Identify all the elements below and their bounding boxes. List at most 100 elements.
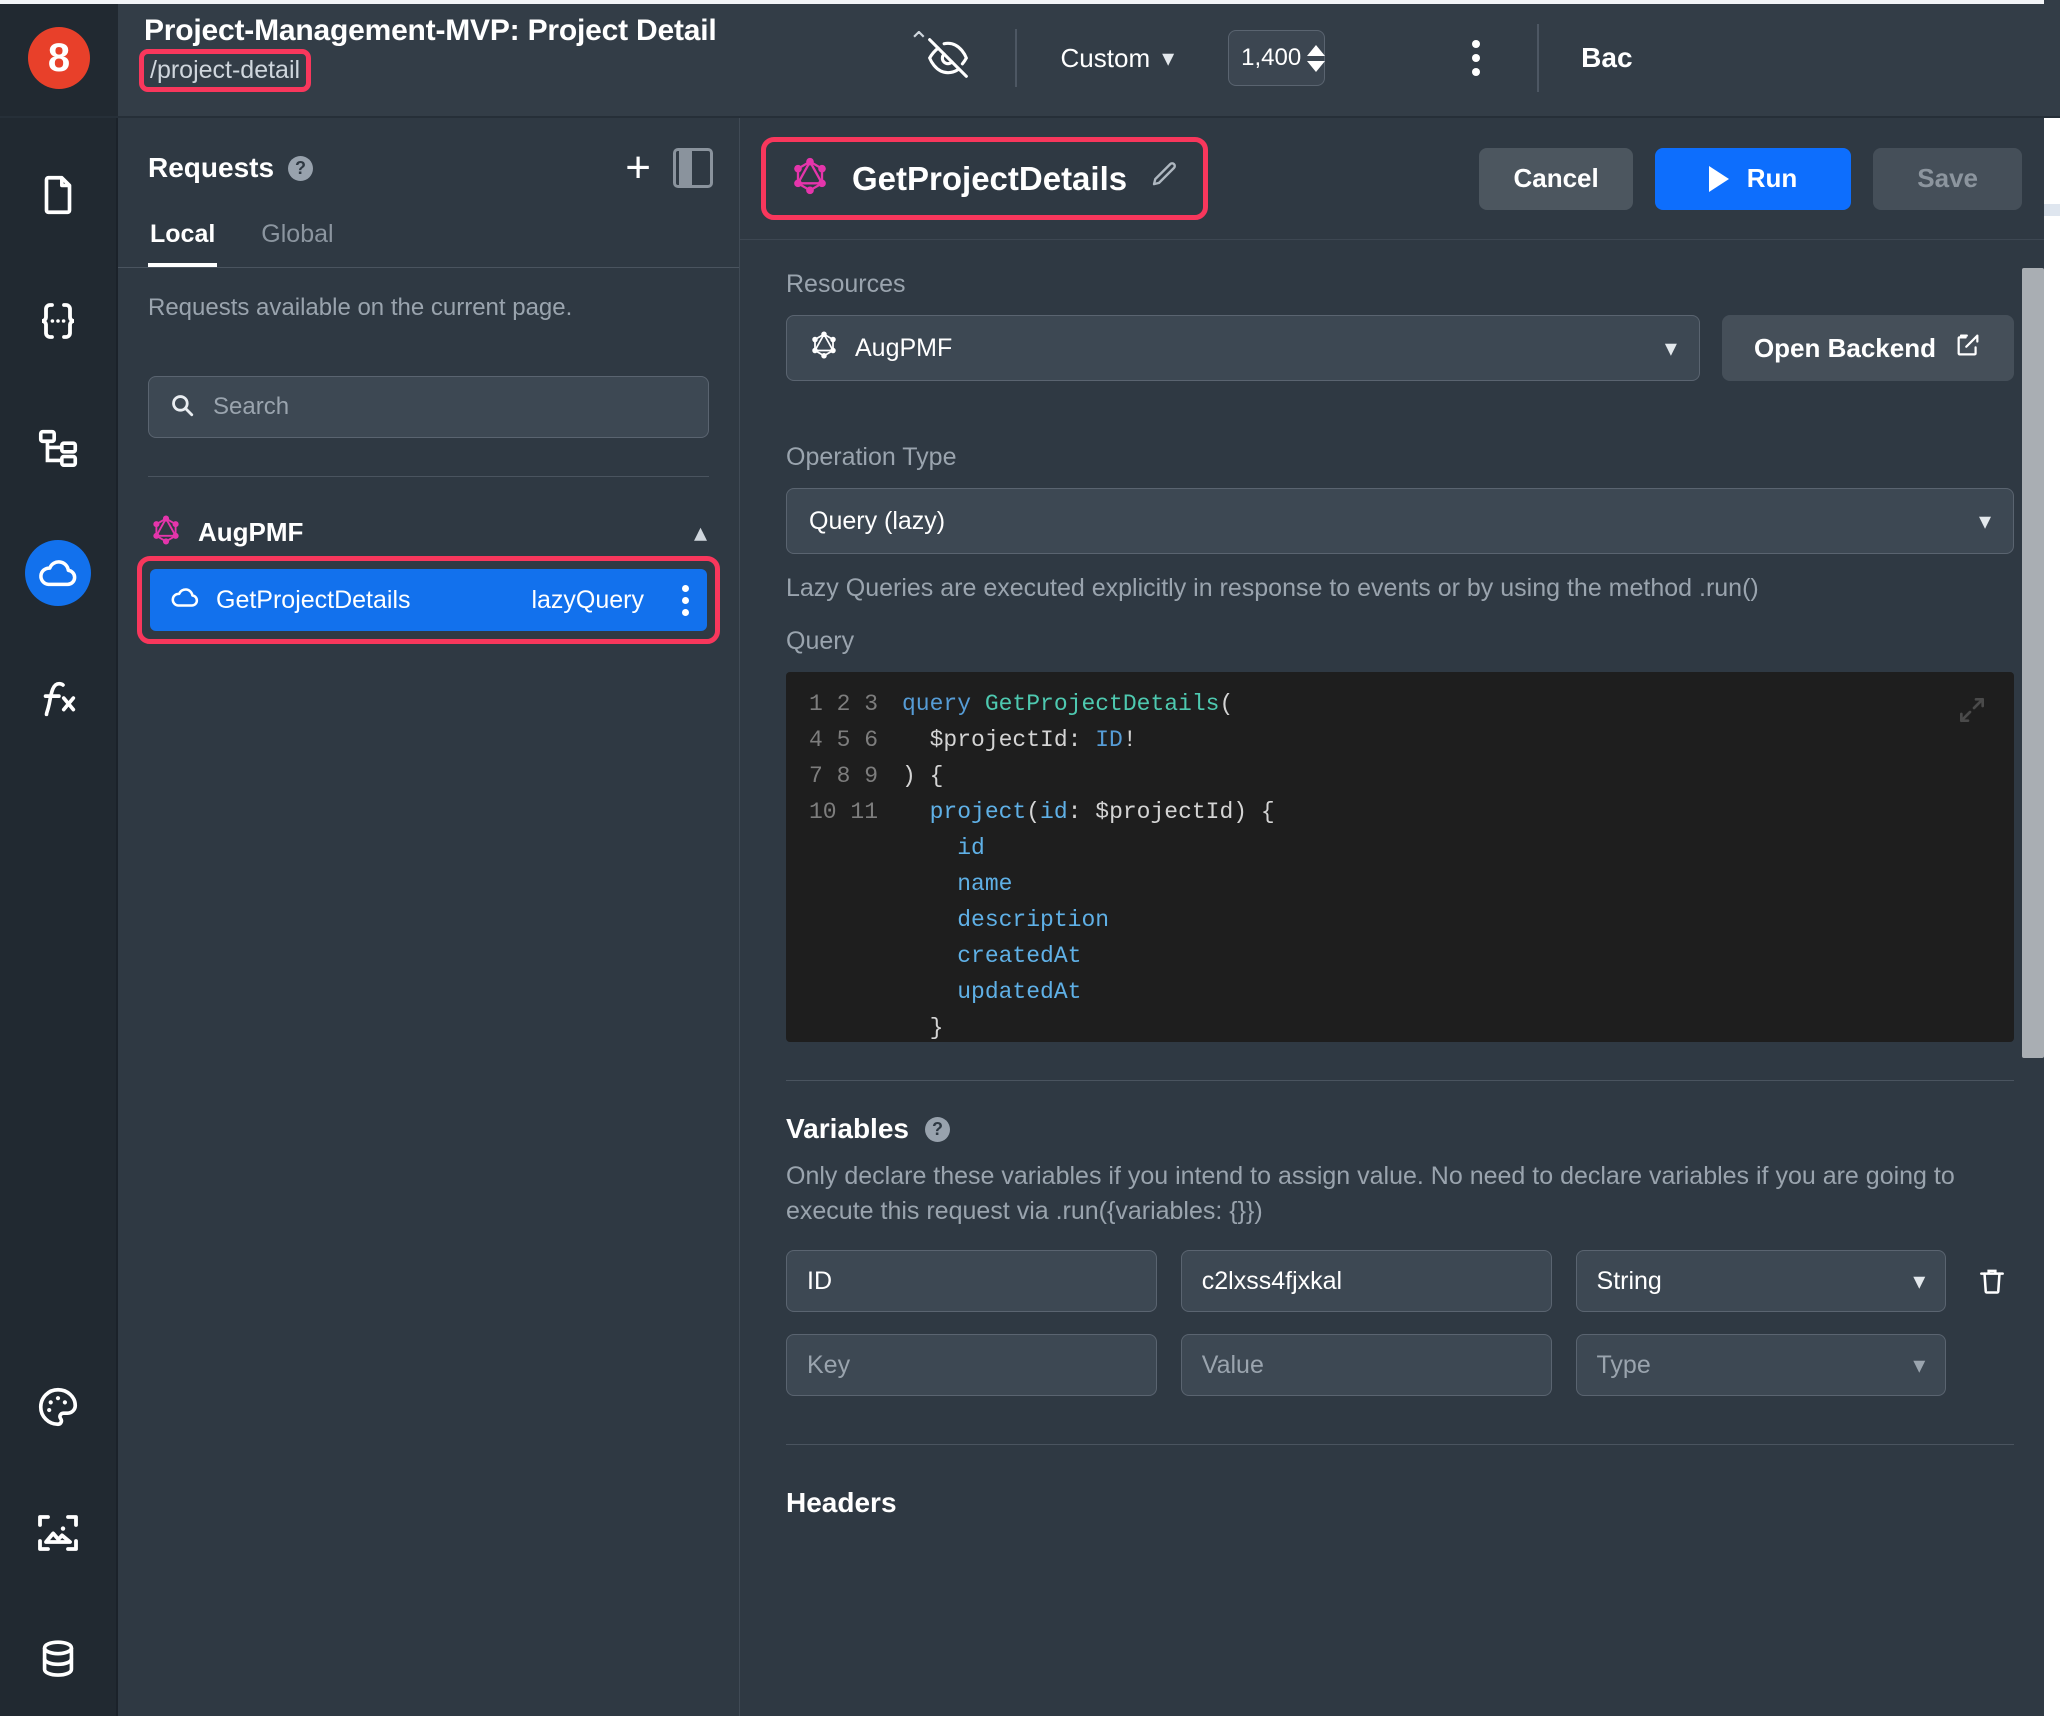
variable-row: Type ▾	[786, 1334, 2014, 1396]
resource-select-value: AugPMF	[855, 334, 952, 363]
app-logo[interactable]: 8	[28, 27, 90, 89]
resources-row: AugPMF ▾ Open Backend	[786, 315, 2014, 381]
tab-global[interactable]: Global	[259, 214, 335, 267]
graphql-icon	[809, 330, 839, 367]
sidebar-item-components[interactable]	[25, 414, 91, 480]
sidebar-item-database[interactable]	[25, 1626, 91, 1692]
question-mark-icon[interactable]: ?	[925, 1117, 950, 1142]
request-detail-header: GetProjectDetails Cancel Run Save	[740, 118, 2060, 240]
request-name-highlight: GetProjectDetails	[766, 142, 1203, 215]
top-bar-controls: Custom ▾ 1,400 Bac	[717, 0, 2060, 116]
sidebar-item-requests[interactable]	[25, 540, 91, 606]
viewport-width-stepper[interactable]: 1,400	[1228, 30, 1325, 86]
graphql-icon	[150, 514, 182, 551]
icon-rail	[0, 118, 118, 1716]
stepper-arrows	[1307, 45, 1325, 72]
variable-key-input[interactable]	[786, 1250, 1157, 1312]
external-link-icon	[1954, 331, 1982, 366]
graphql-icon	[790, 156, 830, 201]
more-vertical-icon[interactable]	[682, 585, 689, 616]
variables-header: Variables ?	[786, 1113, 2014, 1145]
list-item[interactable]: GetProjectDetails lazyQuery	[150, 569, 707, 631]
panel-layout-icon[interactable]	[673, 148, 713, 188]
editor-line-numbers: 1 2 3 4 5 6 7 8 9 10 11	[786, 672, 878, 1042]
query-label: Query	[786, 627, 2014, 656]
requests-note: Requests available on the current page.	[118, 268, 739, 322]
sidebar-item-pages[interactable]	[25, 162, 91, 228]
back-button[interactable]: Bac	[1581, 42, 1632, 74]
operation-type-hint: Lazy Queries are executed explicitly in …	[786, 574, 2014, 603]
question-mark-icon[interactable]: ?	[288, 156, 313, 181]
route-wrapper: /project-detail	[144, 54, 306, 87]
cancel-button[interactable]: Cancel	[1479, 148, 1632, 210]
run-button[interactable]: Run	[1655, 148, 1852, 210]
variables-title: Variables	[786, 1113, 909, 1145]
save-button[interactable]: Save	[1873, 148, 2022, 210]
open-backend-label: Open Backend	[1754, 333, 1936, 364]
variable-type-select[interactable]: String ▾	[1576, 1250, 1947, 1312]
device-preset-label: Custom	[1061, 43, 1151, 74]
chevron-up-icon[interactable]: ▴	[694, 519, 707, 545]
right-edge-top	[2044, 204, 2060, 216]
stepper-decrement[interactable]	[1307, 61, 1325, 72]
scrollbar-thumb[interactable]	[2022, 268, 2044, 1058]
sidebar-item-assets[interactable]	[25, 1500, 91, 1566]
query-editor[interactable]: 1 2 3 4 5 6 7 8 9 10 11 query GetProject…	[786, 672, 2014, 1042]
variable-key-input[interactable]	[786, 1334, 1157, 1396]
spacer	[786, 381, 2014, 443]
tab-local[interactable]: Local	[148, 214, 217, 267]
stepper-increment[interactable]	[1307, 45, 1325, 56]
request-name-row: GetProjectDetails	[790, 156, 1179, 201]
run-button-label: Run	[1747, 163, 1798, 194]
open-backend-button[interactable]: Open Backend	[1722, 315, 2014, 381]
chevron-down-icon: ▾	[1665, 334, 1677, 363]
variable-value-input[interactable]	[1181, 1334, 1552, 1396]
variable-value-input[interactable]	[1181, 1250, 1552, 1312]
sidebar-item-code[interactable]	[25, 288, 91, 354]
eye-off-icon[interactable]	[925, 35, 971, 81]
divider	[786, 1444, 2014, 1445]
variable-row: String ▾	[786, 1250, 2014, 1312]
route-path[interactable]: /project-detail	[144, 54, 306, 87]
variable-type-placeholder: Type	[1597, 1351, 1651, 1380]
plus-icon[interactable]: +	[625, 153, 651, 184]
request-detail-name: GetProjectDetails	[852, 160, 1127, 198]
variables-description: Only declare these variables if you inte…	[786, 1159, 1976, 1228]
app-root: 8 Project-Management-MVP: Project Detail…	[0, 0, 2060, 1716]
requests-panel: Requests ? + Local Global Requests avail…	[118, 118, 740, 1716]
more-vertical-icon[interactable]	[1457, 35, 1495, 81]
search-input[interactable]	[213, 393, 688, 421]
pencil-icon[interactable]	[1149, 160, 1179, 197]
chevron-up-icon[interactable]: ⌃	[908, 28, 930, 54]
operation-type-select[interactable]: Query (lazy) ▾	[786, 488, 2014, 554]
editor-code[interactable]: query GetProjectDetails( $projectId: ID!…	[878, 672, 2014, 1042]
cloud-icon	[170, 583, 200, 618]
logo-cell: 8	[0, 0, 118, 116]
chevron-down-icon: ▾	[1913, 1351, 1925, 1380]
divider	[1537, 24, 1539, 92]
requests-group-wrapper: AugPMF ▴ GetProjectDetails lazyQuery	[118, 477, 739, 639]
right-edge	[2044, 118, 2060, 1716]
request-detail-panel: GetProjectDetails Cancel Run Save	[740, 118, 2060, 1716]
requests-group-header[interactable]: AugPMF ▴	[142, 509, 715, 555]
search-box[interactable]	[148, 376, 709, 438]
sidebar-item-theme[interactable]	[25, 1374, 91, 1440]
chevron-down-icon: ▾	[1162, 44, 1174, 73]
divider	[1015, 29, 1017, 87]
variable-type-select[interactable]: Type ▾	[1576, 1334, 1947, 1396]
request-item-highlight: GetProjectDetails lazyQuery	[142, 561, 715, 639]
trash-icon[interactable]	[1970, 1265, 2014, 1297]
top-bar: 8 Project-Management-MVP: Project Detail…	[0, 0, 2060, 118]
resource-select[interactable]: AugPMF ▾	[786, 315, 1700, 381]
operation-type-label: Operation Type	[786, 443, 2014, 472]
request-type: lazyQuery	[531, 586, 644, 615]
requests-group-name: AugPMF	[198, 517, 303, 548]
requests-tabs: Local Global	[118, 214, 739, 268]
device-preset-select[interactable]: Custom ▾	[1061, 43, 1175, 74]
requests-title: Requests	[148, 152, 274, 184]
expand-diagonal-icon[interactable]	[1956, 694, 1988, 731]
request-name: GetProjectDetails	[216, 586, 411, 615]
request-detail-body: Resources	[740, 240, 2060, 1716]
page-title: Project-Management-MVP: Project Detail	[144, 14, 717, 48]
sidebar-item-functions[interactable]	[25, 666, 91, 732]
